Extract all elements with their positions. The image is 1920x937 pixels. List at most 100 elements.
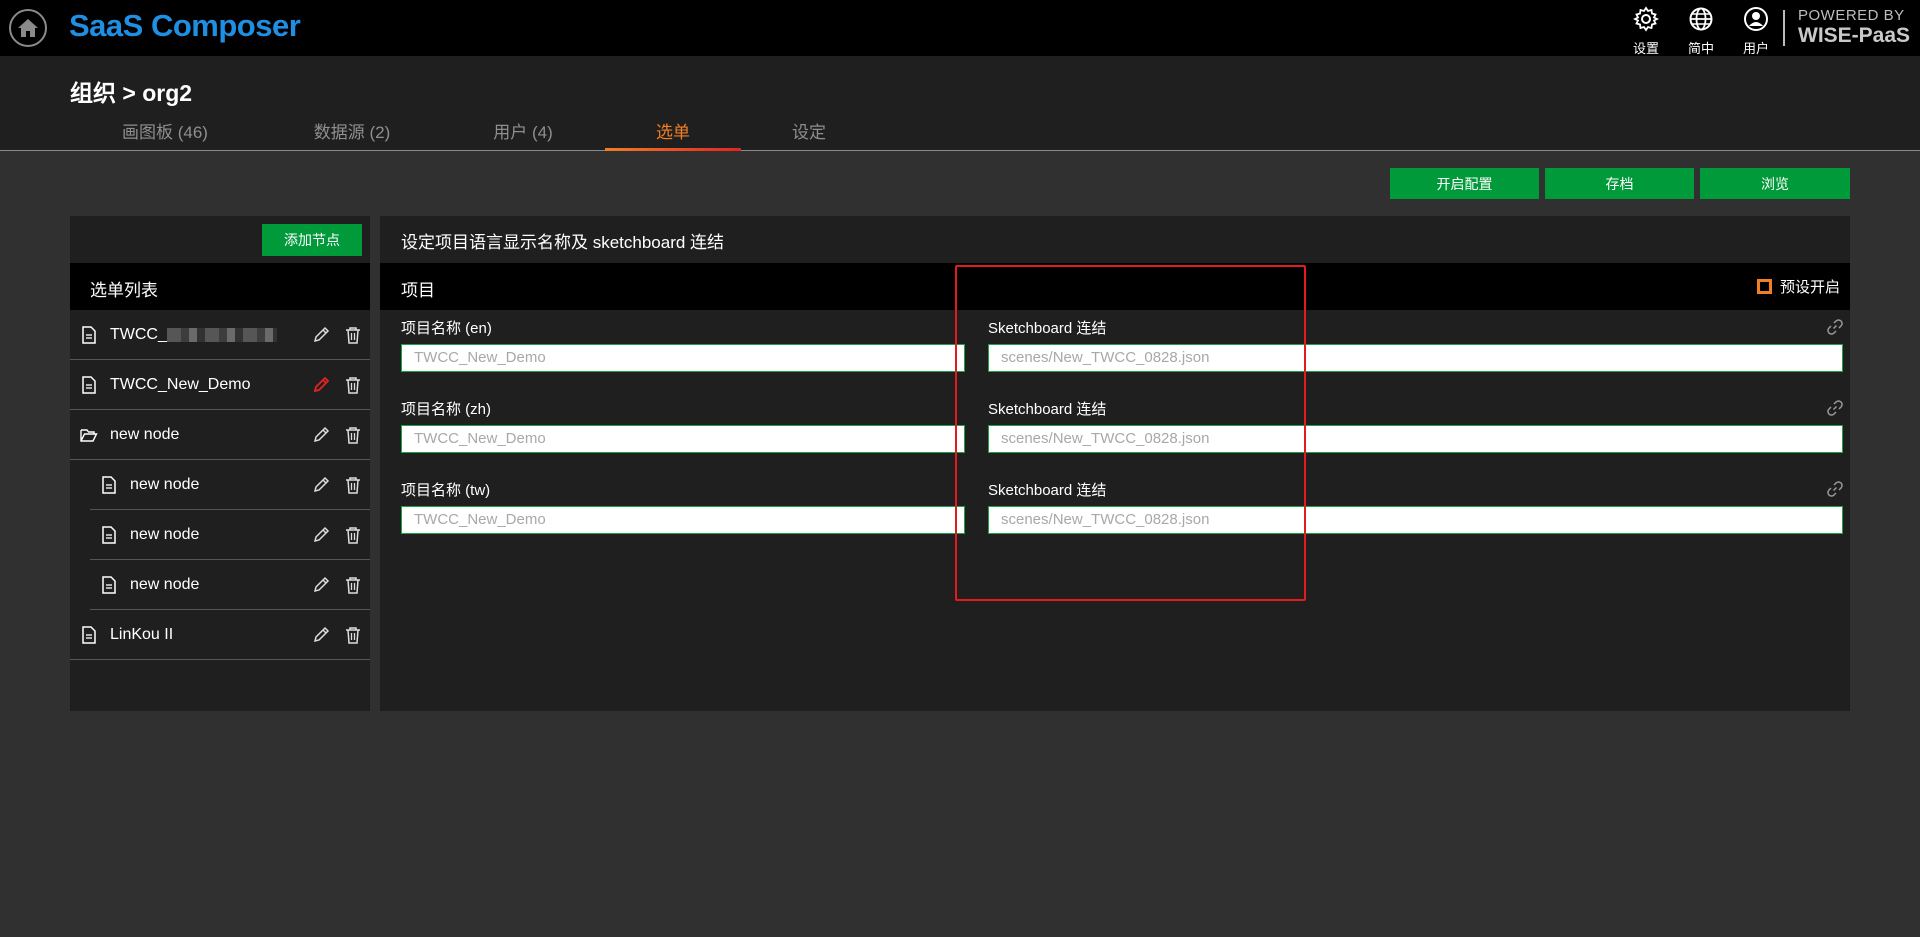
sketchboard-link-tw-input[interactable]: scenes/New_TWCC_0828.json	[988, 506, 1843, 534]
powered-by-line1: POWERED BY	[1798, 7, 1905, 24]
menu-item-label: new node	[130, 476, 200, 493]
sketchboard-link-tw-label: Sketchboard 连结	[988, 482, 1107, 499]
item-column-label: 项目	[401, 281, 435, 300]
edit-button[interactable]	[310, 624, 332, 646]
globe-icon	[1689, 7, 1713, 31]
document-icon	[102, 576, 116, 594]
redacted-text	[166, 327, 277, 342]
delete-button[interactable]	[342, 374, 364, 396]
menu-list-item[interactable]: new node	[90, 561, 370, 610]
app-title: SaaS Composer	[69, 8, 301, 43]
user-label: 用户	[1742, 41, 1769, 56]
item-name-zh-label: 项目名称 (zh)	[401, 401, 492, 418]
menu-list-item[interactable]: new node	[90, 461, 370, 510]
delete-button[interactable]	[342, 424, 364, 446]
sketchboard-link-en-label: Sketchboard 连结	[988, 320, 1107, 337]
document-icon	[82, 376, 96, 394]
menu-item-label: LinKou II	[110, 626, 174, 643]
tab-menu[interactable]: 选单	[605, 118, 741, 151]
item-name-en-input[interactable]: TWCC_New_Demo	[401, 344, 965, 372]
powered-by-line2: WISE-PaaS	[1798, 24, 1911, 47]
language-label: 简中	[1687, 41, 1714, 56]
pencil-icon	[313, 426, 330, 443]
enable-config-button[interactable]: 开启配置	[1390, 168, 1539, 199]
menu-item-label: new node	[110, 426, 180, 443]
checkbox-icon	[1756, 279, 1772, 294]
menu-item-label: new node	[130, 576, 200, 593]
settings-button[interactable]: 设置	[1626, 6, 1666, 57]
gear-icon	[1632, 6, 1660, 32]
item-name-en-label: 项目名称 (en)	[401, 320, 492, 337]
link-icon[interactable]	[1826, 318, 1844, 336]
edit-button[interactable]	[310, 574, 332, 596]
menu-list-item[interactable]: LinKou II	[70, 611, 370, 660]
home-icon	[18, 19, 38, 37]
menu-item-label: new node	[130, 526, 200, 543]
trash-icon	[346, 427, 360, 444]
edit-button[interactable]	[310, 374, 332, 396]
preset-enable-checkbox[interactable]: 预设开启	[1756, 276, 1840, 297]
trash-icon	[346, 477, 360, 494]
trash-icon	[346, 377, 360, 394]
edit-button[interactable]	[310, 424, 332, 446]
top-divider	[1783, 10, 1785, 46]
home-button[interactable]	[9, 9, 47, 47]
pencil-icon	[313, 376, 330, 393]
trash-icon	[346, 577, 360, 594]
pencil-icon	[313, 626, 330, 643]
pencil-icon	[313, 576, 330, 593]
pencil-icon	[313, 526, 330, 543]
delete-button[interactable]	[342, 524, 364, 546]
settings-label: 设置	[1632, 41, 1659, 56]
trash-icon	[346, 327, 360, 344]
menu-list-item[interactable]: TWCC_	[70, 311, 370, 360]
delete-button[interactable]	[342, 474, 364, 496]
menu-detail-panel: 设定项目语言显示名称及 sketchboard 连结 项目 预设开启 项目名称 …	[380, 216, 1850, 711]
user-button[interactable]: 用户	[1736, 6, 1776, 57]
preset-label: 预设开启	[1779, 279, 1840, 296]
delete-button[interactable]	[342, 624, 364, 646]
item-name-tw-input[interactable]: TWCC_New_Demo	[401, 506, 965, 534]
language-button[interactable]: 简中	[1681, 6, 1721, 57]
menu-list-title: 选单列表	[70, 263, 370, 310]
sketchboard-link-zh-input[interactable]: scenes/New_TWCC_0828.json	[988, 425, 1843, 453]
tab-dashboards[interactable]: 画图板 (46)	[110, 118, 220, 151]
link-icon[interactable]	[1826, 480, 1844, 498]
document-icon	[102, 526, 116, 544]
folder-open-icon	[80, 429, 98, 442]
menu-list-item[interactable]: new node	[90, 511, 370, 560]
add-node-button[interactable]: 添加节点	[262, 224, 362, 256]
delete-button[interactable]	[342, 574, 364, 596]
edit-button[interactable]	[310, 524, 332, 546]
menu-item-label: TWCC_New_Demo	[110, 376, 251, 393]
sketchboard-link-zh-label: Sketchboard 连结	[988, 401, 1107, 418]
item-name-tw-label: 项目名称 (tw)	[401, 482, 491, 499]
menu-list-item[interactable]: new node	[70, 411, 370, 460]
tab-settings[interactable]: 设定	[754, 118, 864, 151]
trash-icon	[346, 627, 360, 644]
link-icon[interactable]	[1826, 399, 1844, 417]
pencil-icon	[313, 326, 330, 343]
breadcrumb: 组织 > org2	[70, 80, 193, 106]
trash-icon	[346, 527, 360, 544]
tab-datasources[interactable]: 数据源 (2)	[297, 118, 407, 151]
document-icon	[102, 476, 116, 494]
pencil-icon	[313, 476, 330, 493]
item-name-zh-input[interactable]: TWCC_New_Demo	[401, 425, 965, 453]
menu-list-item[interactable]: TWCC_New_Demo	[70, 361, 370, 410]
detail-panel-title: 设定项目语言显示名称及 sketchboard 连结	[401, 233, 725, 252]
edit-button[interactable]	[310, 324, 332, 346]
menu-item-label: TWCC_	[110, 326, 300, 344]
edit-button[interactable]	[310, 474, 332, 496]
top-bar: SaaS Composer 设置 简中 用户 POWERED BY WISE-P…	[0, 0, 1920, 56]
delete-button[interactable]	[342, 324, 364, 346]
powered-by-logo: POWERED BY WISE-PaaS	[1798, 8, 1910, 46]
save-button[interactable]: 存档	[1545, 168, 1694, 199]
page-header: 组织 > org2 画图板 (46) 数据源 (2) 用户 (4) 选单 设定	[0, 56, 1920, 151]
sketchboard-link-en-input[interactable]: scenes/New_TWCC_0828.json	[988, 344, 1843, 372]
browse-button[interactable]: 浏览	[1700, 168, 1850, 199]
tab-users[interactable]: 用户 (4)	[468, 118, 578, 151]
document-icon	[82, 626, 96, 644]
user-icon	[1744, 7, 1768, 31]
document-icon	[82, 326, 96, 344]
